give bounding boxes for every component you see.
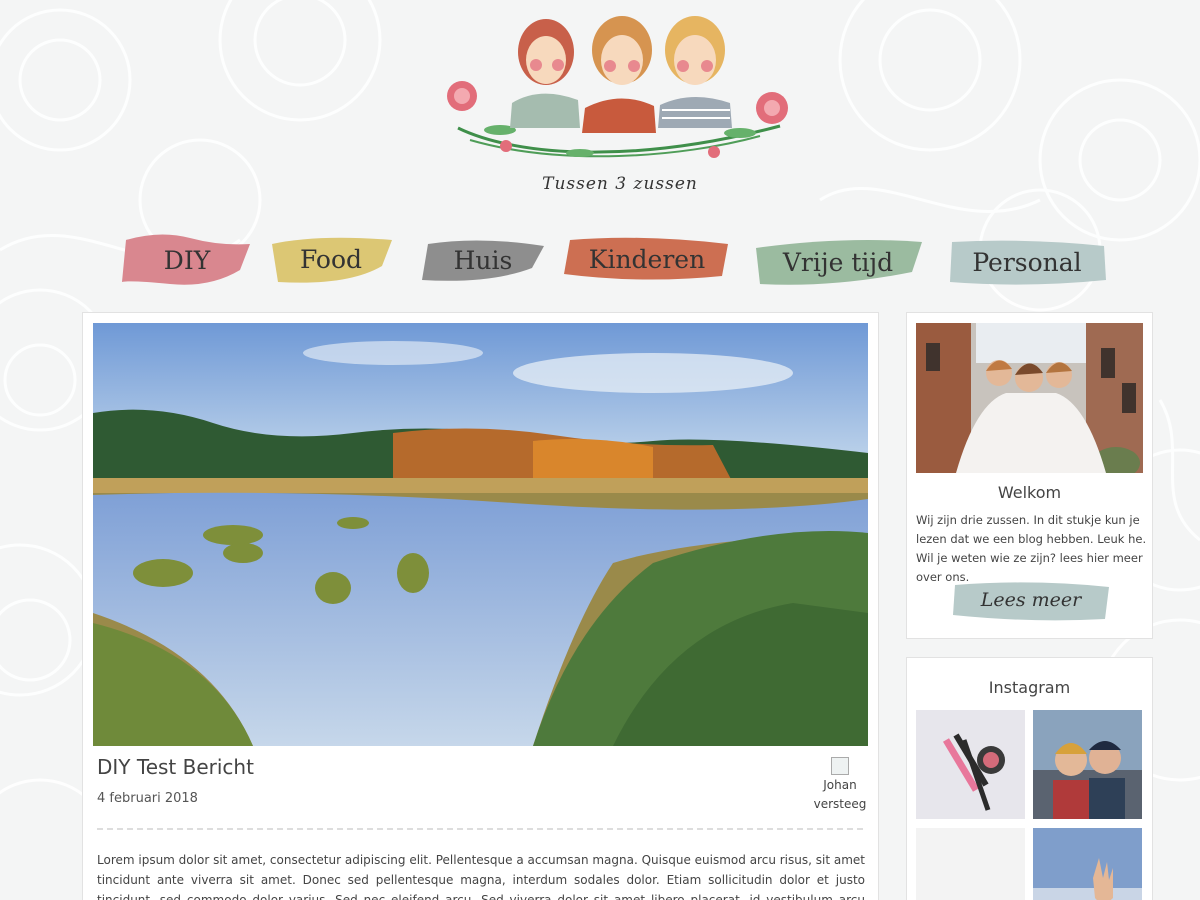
nav-item-personal[interactable]: Personal	[946, 236, 1108, 288]
nav-label-vrije-tijd: Vrije tijd	[782, 247, 894, 277]
beach-hand-photo	[1033, 828, 1142, 900]
post-title[interactable]: DIY Test Bericht	[97, 755, 254, 779]
nav-item-vrije-tijd[interactable]: Vrije tijd	[752, 236, 924, 288]
three-sisters-illustration	[447, 16, 788, 158]
couple-selfie-photo	[1033, 710, 1142, 819]
welcome-text: Wij zijn drie zussen. In dit stukje kun …	[916, 513, 1147, 584]
landscape-photo	[93, 323, 868, 746]
nav-item-food[interactable]: Food	[268, 232, 394, 286]
logo-caption: Tussen 3 zussen	[542, 174, 698, 194]
instagram-thumbnail[interactable]	[916, 828, 1025, 900]
wedding-photo	[916, 323, 1143, 473]
nav-label-personal: Personal	[972, 247, 1082, 277]
instagram-title: Instagram	[988, 678, 1071, 697]
read-more-button[interactable]: Lees meer	[951, 579, 1111, 623]
author-avatar	[831, 757, 849, 775]
makeup-brushes-photo	[916, 710, 1025, 819]
nav-item-diy[interactable]: DIY	[120, 230, 254, 290]
post-author[interactable]: Johan versteeg	[805, 755, 875, 814]
welcome-title: Welkom	[997, 483, 1062, 502]
nav-label-food: Food	[299, 244, 363, 274]
nav-label-huis: Huis	[453, 245, 513, 275]
sisters-photo	[916, 323, 1143, 473]
post-divider	[97, 828, 863, 830]
site-logo[interactable]: Tussen 3 zussen	[440, 8, 800, 198]
nav-item-kinderen[interactable]: Kinderen	[562, 234, 732, 284]
post-featured-image[interactable]	[93, 323, 868, 746]
instagram-thumbnail[interactable]	[916, 710, 1025, 819]
post-date: 4 februari 2018	[97, 791, 198, 806]
post-excerpt: Lorem ipsum dolor sit amet, consectetur …	[97, 853, 865, 900]
nav-label-diy: DIY	[163, 245, 211, 275]
instagram-thumbnail[interactable]	[1033, 710, 1142, 819]
instagram-widget: Instagram	[906, 657, 1153, 900]
white-photo	[916, 828, 1025, 900]
author-name: Johan versteeg	[813, 778, 867, 811]
nav-item-huis[interactable]: Huis	[420, 236, 546, 284]
instagram-thumbnail[interactable]	[1033, 828, 1142, 900]
post-card: DIY Test Bericht 4 februari 2018 Johan v…	[82, 312, 879, 900]
main-navigation: DIY Food Huis Kinderen Vrije tijd Person…	[0, 226, 1200, 294]
nav-label-kinderen: Kinderen	[588, 244, 706, 274]
read-more-label: Lees meer	[980, 589, 1082, 611]
welcome-widget: Welkom Wij zijn drie zussen. In dit stuk…	[906, 312, 1153, 639]
